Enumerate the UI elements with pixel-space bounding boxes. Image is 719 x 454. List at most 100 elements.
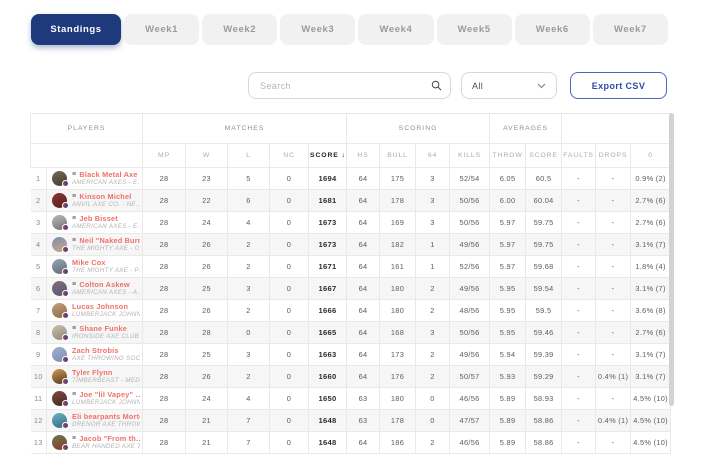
table-row: 5 Mike Cox THE MIGHTY AXE - P… 28 26 2 0 1671 64… bbox=[30, 255, 672, 278]
cell-l: 2 bbox=[227, 365, 271, 388]
cell-nc: 0 bbox=[269, 255, 310, 278]
col-header-w[interactable]: W bbox=[185, 143, 229, 168]
menu-icon[interactable]: ≡ bbox=[72, 215, 76, 222]
cell-w: 24 bbox=[185, 211, 229, 234]
player-team: THE MIGHTY AXE - O… bbox=[72, 244, 141, 252]
cell-w: 25 bbox=[185, 277, 229, 300]
cell-avg_score: 59.75 bbox=[525, 233, 563, 256]
col-header-score[interactable]: SCORE ↓ bbox=[308, 143, 348, 168]
cell-kills: 50/56 bbox=[449, 189, 491, 212]
cell-mp: 28 bbox=[142, 189, 187, 212]
menu-icon[interactable]: ≡ bbox=[72, 171, 76, 178]
col-header-faults[interactable]: FAULTS bbox=[561, 143, 597, 168]
col-header-score[interactable]: SCORE bbox=[525, 143, 563, 168]
cell-nc: 0 bbox=[269, 299, 310, 322]
cell-l: 7 bbox=[227, 431, 271, 454]
player-avatar bbox=[52, 303, 69, 319]
search-input[interactable] bbox=[248, 72, 451, 99]
col-header-0[interactable]: 0 bbox=[630, 143, 672, 168]
cell-nc: 0 bbox=[269, 343, 310, 366]
export-csv-button[interactable]: Export CSV bbox=[570, 72, 667, 99]
col-header-bull[interactable]: BULL bbox=[379, 143, 417, 168]
cell-hs: 64 bbox=[346, 343, 381, 366]
menu-icon[interactable]: ≡ bbox=[72, 325, 76, 332]
cell-avg_throw: 5.89 bbox=[489, 387, 527, 410]
col-header-l[interactable]: L bbox=[227, 143, 271, 168]
cell-rank: 12 bbox=[30, 409, 47, 432]
cell-avg_score: 59.29 bbox=[525, 365, 563, 388]
menu-icon[interactable]: ≡ bbox=[72, 193, 76, 200]
cell-avg_throw: 6.00 bbox=[489, 189, 527, 212]
player-name[interactable]: Neil "Naked Burr… bbox=[79, 237, 140, 245]
standings-table-body: 1≡Black Metal Axe …AMERICAN AXES - E…282… bbox=[30, 167, 672, 454]
player-name[interactable]: Zach Strobis bbox=[72, 347, 119, 355]
cell-score: 1673 bbox=[308, 233, 348, 256]
col-header-mp[interactable]: MP bbox=[142, 143, 187, 168]
tab-week3[interactable]: Week3 bbox=[280, 14, 356, 45]
cell-rank: 1 bbox=[30, 167, 47, 190]
cell-mp: 28 bbox=[142, 431, 187, 454]
player-name[interactable]: Lucas Johnson bbox=[72, 303, 128, 311]
player-name[interactable]: Black Metal Axe … bbox=[79, 171, 140, 179]
player-name[interactable]: Jeb Bisset bbox=[79, 215, 118, 223]
col-header-throw[interactable]: THROW bbox=[489, 143, 527, 168]
cell-avg_throw: 5.97 bbox=[489, 255, 527, 278]
player-name[interactable]: Eli bearpants Morton bbox=[72, 413, 140, 421]
menu-icon[interactable]: ≡ bbox=[72, 435, 76, 442]
cell-drops: - bbox=[595, 321, 632, 344]
tab-week6[interactable]: Week6 bbox=[514, 14, 590, 45]
player-name[interactable]: Mike Cox bbox=[72, 259, 106, 267]
cell-player: Mike Cox THE MIGHTY AXE - P… bbox=[45, 255, 144, 278]
player-name[interactable]: Tyler Flynn bbox=[72, 369, 113, 377]
tab-week2[interactable]: Week2 bbox=[202, 14, 278, 45]
player-name[interactable]: Kinson Michel bbox=[79, 193, 131, 201]
cell-mp: 28 bbox=[142, 299, 187, 322]
filter-select[interactable]: All bbox=[461, 72, 557, 99]
cell-player: Tyler FlynnTIMBERBEAST - MEDI… bbox=[45, 365, 144, 388]
player-name[interactable]: Joe "lil Vapey" … bbox=[79, 391, 140, 399]
col-header-empty[interactable] bbox=[29, 143, 144, 168]
vertical-scrollbar[interactable] bbox=[669, 113, 674, 406]
player-team: LUMBERJACK JOHNN… bbox=[72, 398, 140, 406]
player-name[interactable]: Shane Funke bbox=[79, 325, 127, 333]
cell-col64: 2 bbox=[415, 365, 451, 388]
cell-bull: 161 bbox=[379, 255, 417, 278]
menu-icon[interactable]: ≡ bbox=[72, 281, 76, 288]
tab-week4[interactable]: Week4 bbox=[358, 14, 434, 45]
cell-bull: 176 bbox=[379, 365, 417, 388]
cell-avg_throw: 5.95 bbox=[489, 277, 527, 300]
cell-bull: 175 bbox=[379, 167, 417, 190]
col-header-nc[interactable]: NC bbox=[269, 143, 310, 168]
table-row: 8≡Shane FunkeIRONSIDE AXE CLUB …28280016… bbox=[30, 321, 672, 344]
cell-player: ≡Neil "Naked Burr…THE MIGHTY AXE - O… bbox=[45, 233, 144, 256]
cell-score: 1660 bbox=[308, 365, 348, 388]
menu-icon[interactable]: ≡ bbox=[72, 237, 76, 244]
tab-standings[interactable]: Standings bbox=[31, 14, 121, 45]
club-badge-icon bbox=[62, 224, 69, 231]
cell-w: 26 bbox=[185, 299, 229, 322]
club-badge-icon bbox=[62, 290, 69, 297]
player-team: TIMBERBEAST - MEDI… bbox=[72, 376, 141, 384]
cell-score: 1665 bbox=[308, 321, 348, 344]
tab-week7[interactable]: Week7 bbox=[592, 14, 668, 45]
cell-l: 2 bbox=[227, 233, 271, 256]
player-name[interactable]: Jacob "From th… bbox=[79, 435, 140, 443]
cell-kills: 46/56 bbox=[449, 387, 491, 410]
group-header-matches: MATCHES bbox=[142, 113, 348, 144]
col-header-64[interactable]: 64 bbox=[415, 143, 451, 168]
cell-zero: 2.7% (6) bbox=[630, 211, 672, 234]
player-name[interactable]: Colton Askew bbox=[79, 281, 129, 289]
cell-kills: 50/56 bbox=[449, 321, 491, 344]
menu-icon[interactable]: ≡ bbox=[72, 391, 76, 398]
table-row: 4≡Neil "Naked Burr…THE MIGHTY AXE - O…28… bbox=[30, 233, 672, 256]
cell-player: ≡ Kinson Michel ANVIL AXE CO. - NE… bbox=[45, 189, 144, 212]
tab-week1[interactable]: Week1 bbox=[124, 14, 200, 45]
cell-zero: 4.5% (10) bbox=[630, 431, 672, 454]
tab-week5[interactable]: Week5 bbox=[436, 14, 512, 45]
col-header-hs[interactable]: HS bbox=[346, 143, 381, 168]
cell-drops: - bbox=[595, 387, 632, 410]
table-row: 1≡Black Metal Axe …AMERICAN AXES - E…282… bbox=[30, 167, 672, 190]
col-header-drops[interactable]: DROPS bbox=[595, 143, 632, 168]
cell-avg_score: 58.93 bbox=[525, 387, 563, 410]
col-header-kills[interactable]: KILLS bbox=[449, 143, 491, 168]
